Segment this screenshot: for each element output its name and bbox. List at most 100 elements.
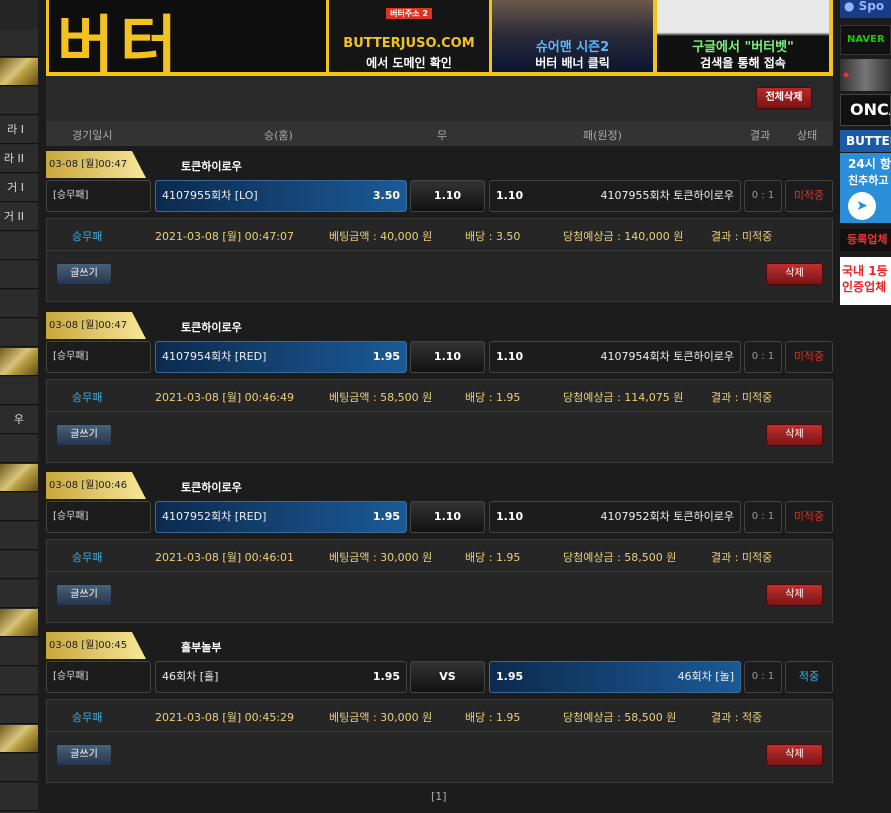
delete-all-button[interactable]: 전체삭제	[756, 87, 812, 109]
detail-odds: 배당 : 1.95	[465, 391, 521, 404]
ad-logo-icon: ◆	[843, 70, 850, 79]
sidebar-item[interactable]: 우	[0, 406, 38, 434]
home-name: 4107955회차 [LO]	[162, 189, 258, 202]
status-cell: 미적중	[785, 341, 833, 373]
banner-google-line2: 검색을 통해 접속	[700, 56, 786, 70]
bet-type-cell: [승무패]	[46, 501, 151, 533]
sidebar-item[interactable]	[0, 609, 38, 637]
sidebar-item[interactable]	[0, 725, 38, 753]
sidebar-item[interactable]	[0, 348, 38, 376]
bet-date-tag: 03-08 [월]00:47	[46, 312, 146, 339]
away-pick-cell[interactable]: 1.10 4107955회차 토큰하이로우	[489, 180, 741, 212]
bet-league: 토큰하이로우	[181, 321, 242, 334]
ad-telegram-line1: 24시 항	[848, 157, 891, 171]
bet-league: 홀부놀부	[181, 641, 222, 654]
home-pick-cell[interactable]: 4107955회차 [LO] 3.50	[155, 180, 407, 212]
sidebar-item[interactable]	[0, 290, 38, 318]
sidebar-item[interactable]	[0, 232, 38, 260]
sidebar-item[interactable]	[0, 580, 38, 608]
sidebar-item[interactable]	[0, 522, 38, 550]
delete-button[interactable]: 삭제	[766, 584, 823, 606]
away-odds: 1.10	[496, 350, 524, 363]
sidebar-item[interactable]	[0, 754, 38, 782]
detail-amount: 베팅금액 : 58,500 원	[329, 391, 433, 404]
sidebar-item[interactable]	[0, 464, 38, 492]
draw-cell[interactable]: 1.10	[410, 341, 485, 373]
sidebar-item[interactable]	[0, 261, 38, 289]
draw-cell[interactable]: 1.10	[410, 180, 485, 212]
banner-sureman[interactable]: 슈어맨 시즌2 버터 배너 클릭	[492, 0, 653, 72]
bet-type-cell: [승무패]	[46, 661, 151, 693]
sidebar-item[interactable]: 라 I	[0, 116, 38, 144]
sidebar-item[interactable]	[0, 696, 38, 724]
page-current[interactable]: [1]	[431, 790, 447, 803]
sidebar-item[interactable]	[0, 638, 38, 666]
ad-naver-text: NAVER	[847, 34, 885, 45]
left-sidebar: 라 I라 II 거 I거 II 우	[0, 0, 38, 813]
home-odds: 1.95	[372, 510, 400, 523]
detail-amount: 베팅금액 : 30,000 원	[329, 711, 433, 724]
home-pick-cell[interactable]: 4107952회차 [RED] 1.95	[155, 501, 407, 533]
banner-domain[interactable]: 버터주소 2 BUTTERJUSO.COM 에서 도메인 확인	[329, 0, 489, 72]
banner-google[interactable]: 구글에서 "버터벳" 검색을 통해 접속	[657, 0, 829, 72]
write-button[interactable]: 글쓰기	[56, 263, 112, 285]
detail-odds: 배당 : 3.50	[465, 230, 521, 243]
draw-cell[interactable]: VS	[410, 661, 485, 693]
away-pick-cell[interactable]: 1.95 46회차 [놀]	[489, 661, 741, 693]
ad-certified[interactable]: 국내 1등 인증업체	[840, 257, 891, 305]
ad-spo[interactable]: ● Spo	[840, 0, 891, 18]
bet-row: [승무패] 4107955회차 [LO] 3.50 1.10 1.10 4107955회차…	[46, 180, 833, 213]
home-name: 46회차 [홀]	[162, 670, 219, 683]
home-pick-cell[interactable]: 4107954회차 [RED] 1.95	[155, 341, 407, 373]
away-name: 4107955회차 토큰하이로우	[600, 189, 734, 202]
ad-onca[interactable]: ONCA	[840, 94, 891, 126]
detail-type: 승무패	[72, 230, 103, 243]
ad-telegram[interactable]: 24시 항 친추하고 ➤	[840, 153, 891, 223]
detail-amount: 베팅금액 : 30,000 원	[329, 551, 433, 564]
home-pick-cell[interactable]: 46회차 [홀] 1.95	[155, 661, 407, 693]
ad-registered[interactable]: 등록업체	[840, 229, 891, 251]
delete-button[interactable]: 삭제	[766, 263, 823, 285]
ad-certified-line2: 인증업체	[842, 280, 887, 294]
ad-naver[interactable]: NAVER	[840, 25, 891, 55]
table-header: 경기일시 승(홈) 무 패(원정) 결과 상태	[46, 121, 833, 146]
home-odds: 1.95	[372, 670, 400, 683]
sidebar-item[interactable]: 거 II	[0, 203, 38, 231]
bet-date-tag: 03-08 [월]00:46	[46, 472, 146, 499]
write-button[interactable]: 글쓰기	[56, 584, 112, 606]
away-pick-cell[interactable]: 1.10 4107952회차 토큰하이로우	[489, 501, 741, 533]
ad-logo-strip[interactable]: ◆	[840, 59, 891, 91]
delete-button[interactable]: 삭제	[766, 424, 823, 446]
sidebar-item[interactable]	[0, 493, 38, 521]
draw-cell[interactable]: 1.10	[410, 501, 485, 533]
bet-row: [승무패] 4107952회차 [RED] 1.95 1.10 1.10 4107952회…	[46, 501, 833, 534]
bet-detail-line: 승무패 2021-03-08 [월] 00:47:07 베팅금액 : 40,000 …	[47, 219, 832, 251]
write-button[interactable]: 글쓰기	[56, 744, 112, 766]
banner-logo-text: 버터	[57, 8, 184, 72]
sidebar-item[interactable]	[0, 435, 38, 463]
sidebar-item[interactable]: 거 I	[0, 174, 38, 202]
bet-header: 03-08 [월]00:45 홀부놀부	[46, 632, 833, 659]
away-name: 46회차 [놀]	[677, 670, 734, 683]
detail-result: 결과 : 적중	[711, 711, 763, 724]
detail-odds: 배당 : 1.95	[465, 711, 521, 724]
away-pick-cell[interactable]: 1.10 4107954회차 토큰하이로우	[489, 341, 741, 373]
banner-domain-badge: 버터주소 2	[386, 8, 432, 19]
header-away: 패(원정)	[583, 129, 622, 142]
sidebar-item[interactable]	[0, 87, 38, 115]
sidebar-item[interactable]	[0, 319, 38, 347]
sidebar-item[interactable]	[0, 29, 38, 57]
banner-logo[interactable]: 버터	[49, 0, 326, 72]
banner-sureman-line1: 슈어맨 시즌2	[535, 40, 610, 55]
sidebar-item[interactable]: 라 II	[0, 145, 38, 173]
write-button[interactable]: 글쓰기	[56, 424, 112, 446]
sidebar-item[interactable]	[0, 783, 38, 811]
sidebar-item[interactable]	[0, 667, 38, 695]
sidebar-item[interactable]	[0, 551, 38, 579]
pagination[interactable]: [1]	[431, 790, 447, 803]
detail-amount: 베팅금액 : 40,000 원	[329, 230, 433, 243]
sidebar-item[interactable]	[0, 58, 38, 86]
ad-butter[interactable]: BUTTER	[840, 130, 891, 152]
delete-button[interactable]: 삭제	[766, 744, 823, 766]
sidebar-item[interactable]	[0, 377, 38, 405]
